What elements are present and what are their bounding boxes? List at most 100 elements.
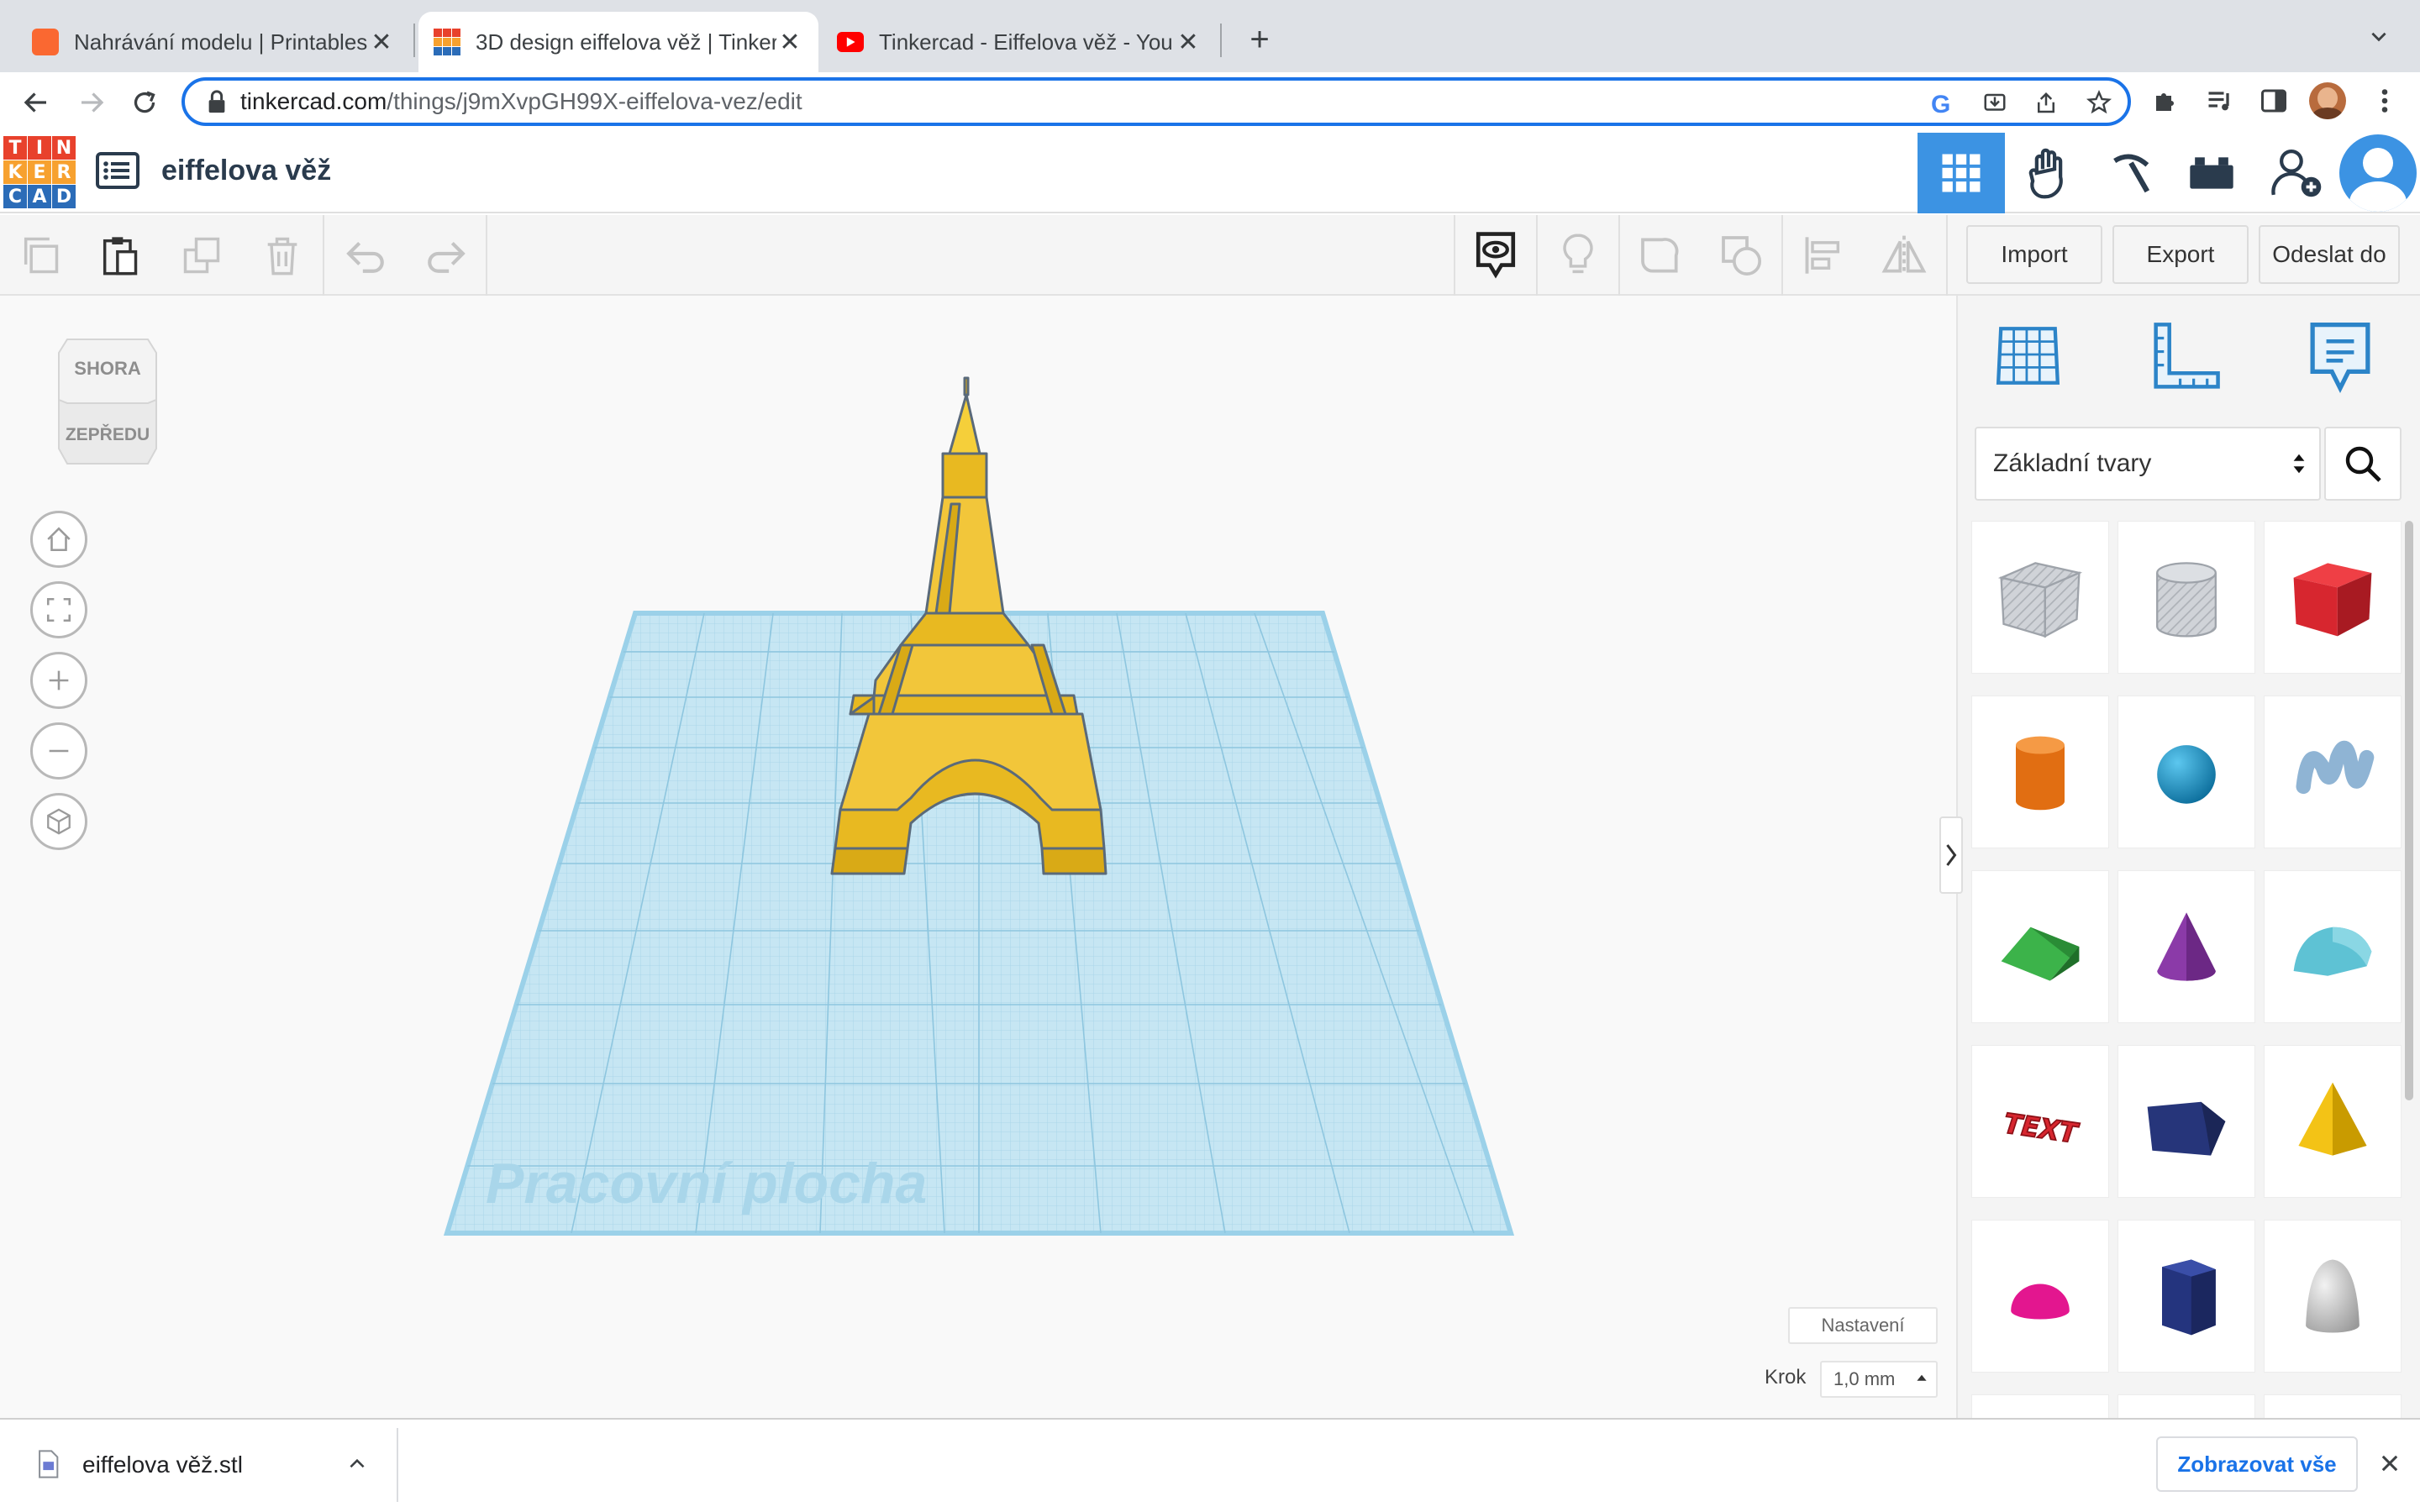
zoom-in-button[interactable] <box>30 652 87 709</box>
copy-button[interactable] <box>0 215 81 296</box>
tab-printables[interactable]: Nahrávání modelu | Printables.c ✕ <box>17 12 410 72</box>
fit-view-button[interactable] <box>30 581 87 638</box>
close-download-bar-icon[interactable] <box>2378 1452 2402 1475</box>
import-button[interactable]: Import <box>1966 225 2102 284</box>
lock-icon[interactable] <box>207 89 227 114</box>
notes-tool[interactable] <box>2304 319 2376 396</box>
design-list-icon[interactable] <box>96 151 139 190</box>
view-cube-top-label[interactable]: SHORA <box>50 358 165 380</box>
shape-search-button[interactable] <box>2324 427 2402 501</box>
forward-arrow-icon[interactable] <box>76 87 108 118</box>
browser-profile-avatar[interactable] <box>2309 82 2346 119</box>
bookmark-star-icon[interactable] <box>2086 89 2112 116</box>
shape-pyramid[interactable] <box>2264 1045 2402 1198</box>
url-text[interactable]: tinkercad.com/things/j9mXvpGH99X-eiffelo… <box>240 88 802 115</box>
new-tab-button[interactable]: + <box>1239 18 1281 60</box>
undo-button[interactable] <box>326 215 407 296</box>
minecraft-button[interactable] <box>2087 133 2175 213</box>
shape-paraboloid[interactable] <box>2264 1220 2402 1373</box>
browser-menu-icon[interactable] <box>2378 86 2391 116</box>
design-title[interactable]: eiffelova věž <box>161 155 331 187</box>
shape-category-select[interactable]: Základní tvary <box>1975 427 2321 501</box>
workplane-tool[interactable] <box>1993 318 2065 391</box>
show-notes-button[interactable] <box>1455 215 1536 296</box>
zoom-out-button[interactable] <box>30 722 87 780</box>
blocks-button[interactable] <box>2005 133 2092 213</box>
address-bar[interactable]: tinkercad.com/things/j9mXvpGH99X-eiffelo… <box>182 77 2131 126</box>
logo-letter: N <box>52 136 76 160</box>
download-file-name[interactable]: eiffelova věž.stl <box>82 1452 243 1478</box>
mirror-icon <box>1881 235 1927 276</box>
eiffel-tower-model[interactable] <box>823 370 1126 974</box>
share-icon[interactable] <box>2033 91 2059 116</box>
invite-collaborator-button[interactable] <box>2254 133 2341 213</box>
shape-roof[interactable] <box>1971 870 2109 1023</box>
redo-button[interactable] <box>405 215 486 296</box>
tab-youtube[interactable]: Tinkercad - Eiffelova věž - You ✕ <box>822 12 1217 72</box>
close-tab-icon[interactable]: ✕ <box>368 28 395 57</box>
shape-half-sphere[interactable] <box>1971 1220 2109 1373</box>
note-light-button[interactable] <box>1538 215 1618 296</box>
view-cube[interactable]: SHORA ZEPŘEDU <box>50 336 165 470</box>
duplicate-button[interactable] <box>161 215 242 296</box>
user-avatar[interactable] <box>2339 134 2417 212</box>
3d-view-button[interactable] <box>1918 133 2005 213</box>
settings-button[interactable]: Nastavení <box>1788 1307 1938 1344</box>
youtube-favicon-icon <box>837 32 864 52</box>
view-cube-shape <box>58 339 157 465</box>
box-hole-icon <box>1997 562 2083 638</box>
panel-scrollbar[interactable] <box>2405 521 2413 1100</box>
close-tab-icon[interactable]: ✕ <box>776 28 803 57</box>
logo-letter: D <box>52 185 76 208</box>
group-shapes-icon <box>1641 238 1679 273</box>
shape-sphere[interactable] <box>2118 696 2255 848</box>
download-options-chevron-icon[interactable] <box>346 1453 368 1475</box>
cube-icon <box>47 808 71 835</box>
shape-hexagon-prism[interactable] <box>2118 1220 2255 1373</box>
mirror-button[interactable] <box>1864 215 1944 296</box>
shape-cell-partial <box>1971 1394 2109 1418</box>
toolbar-divider <box>1946 215 1948 296</box>
shape-text[interactable]: TEXT <box>1971 1045 2109 1198</box>
tab-title: 3D design eiffelova věž | Tinker <box>476 29 776 55</box>
install-app-icon[interactable] <box>1981 91 2008 116</box>
export-button[interactable]: Export <box>2112 225 2249 284</box>
raised-hand-icon <box>2028 148 2063 199</box>
close-tab-icon[interactable]: ✕ <box>1175 28 1202 57</box>
shape-polygon[interactable] <box>2118 1045 2255 1198</box>
ruler-tool[interactable] <box>2148 319 2223 395</box>
side-panel-icon[interactable] <box>2259 86 2289 116</box>
shape-cylinder-hole[interactable] <box>2118 521 2255 674</box>
perspective-button[interactable] <box>30 793 87 850</box>
align-button[interactable] <box>1783 215 1864 296</box>
tab-tinkercad[interactable]: 3D design eiffelova věž | Tinker ✕ <box>418 12 818 72</box>
tab-search-chevron-icon[interactable] <box>2368 25 2390 47</box>
send-to-button[interactable]: Odeslat do <box>2259 225 2400 284</box>
extensions-puzzle-icon[interactable] <box>2151 86 2181 116</box>
logo-letter: T <box>3 136 27 160</box>
shape-round-roof[interactable] <box>2264 870 2402 1023</box>
home-view-button[interactable] <box>30 511 87 568</box>
tinkercad-logo[interactable]: T I N K E R C A D <box>3 136 76 208</box>
view-cube-front-label[interactable]: ZEPŘEDU <box>50 425 165 445</box>
bricks-button[interactable] <box>2168 133 2255 213</box>
snap-grid-select[interactable]: 1,0 mm <box>1820 1361 1938 1398</box>
show-all-downloads-button[interactable]: Zobrazovat vše <box>2156 1436 2358 1492</box>
group-button[interactable] <box>1620 215 1701 296</box>
media-playlist-icon[interactable] <box>2205 86 2235 116</box>
collapse-panel-toggle[interactable] <box>1939 816 1963 894</box>
back-arrow-icon[interactable] <box>20 87 52 118</box>
shape-cone[interactable] <box>2118 870 2255 1023</box>
shape-scribble[interactable] <box>2264 696 2402 848</box>
shape-box[interactable] <box>2264 521 2402 674</box>
cone-icon <box>2157 912 2216 981</box>
shape-box-hole[interactable] <box>1971 521 2109 674</box>
paste-button[interactable] <box>79 215 160 296</box>
delete-button[interactable] <box>242 215 323 296</box>
undo-icon <box>346 241 384 273</box>
shape-cylinder[interactable] <box>1971 696 2109 848</box>
google-lens-icon[interactable]: G <box>1931 91 1950 119</box>
ungroup-button[interactable] <box>1701 215 1781 296</box>
ungroup-shapes-icon <box>1722 236 1762 276</box>
reload-icon[interactable] <box>129 87 160 118</box>
